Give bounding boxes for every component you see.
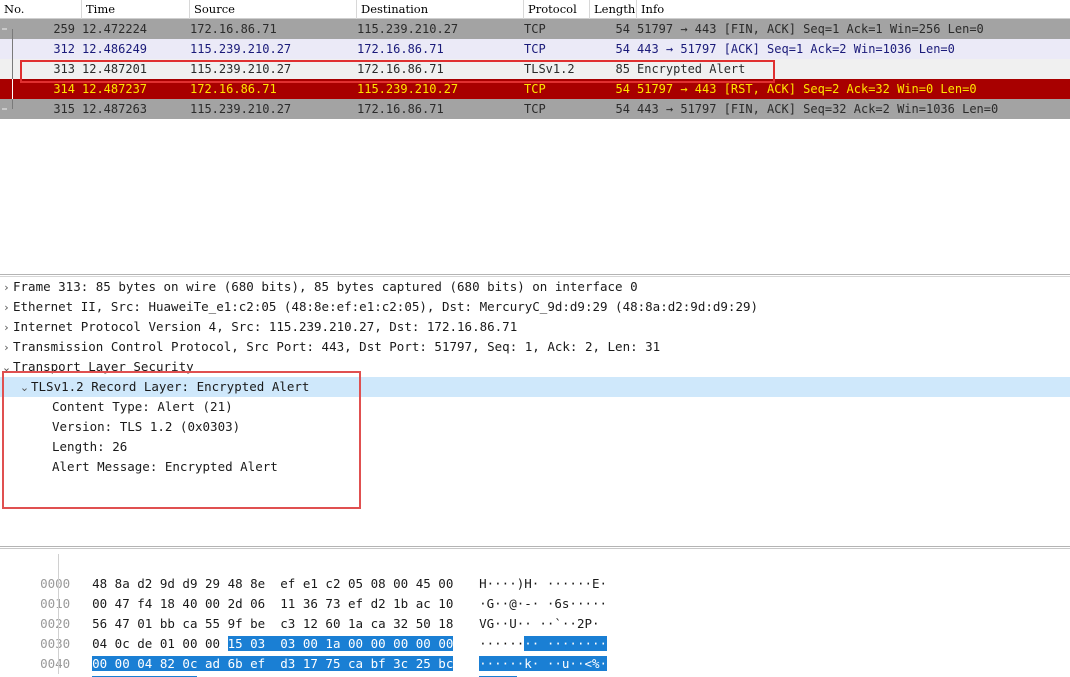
cell-time: 12.487201 [82,62,148,76]
cell-info: Encrypted Alert [637,62,746,76]
chevron-right-icon[interactable]: › [0,318,13,338]
packet-flow-line [12,29,13,39]
column-header-length[interactable]: Length [590,0,637,19]
detail-length[interactable]: Length: 26 [0,437,1070,457]
packet-flow-line [12,99,13,109]
cell-info: 51797 → 443 [FIN, ACK] Seq=1 Ack=1 Win=2… [637,22,984,36]
column-header-destination[interactable]: Destination [357,0,524,19]
cell-length: 54 [615,42,630,56]
cell-time: 12.486249 [82,42,148,56]
cell-time: 12.487237 [82,82,148,96]
cell-protocol: TCP [524,102,546,116]
detail-tls-label: Transport Layer Security [13,359,194,374]
cell-length: 85 [615,62,630,76]
hex-divider [58,594,59,614]
cell-protocol: TCP [524,42,546,56]
packet-list-empty-area [0,119,1070,272]
detail-content-type[interactable]: Content Type: Alert (21) [0,397,1070,417]
cell-protocol: TCP [524,82,546,96]
chevron-down-icon[interactable]: ⌄ [18,378,31,398]
cell-destination: 172.16.86.71 [357,62,444,76]
detail-tls[interactable]: ⌄ Transport Layer Security [0,357,1070,377]
hex-row[interactable]: 0010 00 47 f4 18 40 00 2d 06 11 36 73 ef … [0,574,1070,611]
hex-row[interactable]: 0020 56 47 01 bb ca 55 9f be c3 12 60 1a … [0,594,1070,631]
chevron-right-icon[interactable]: › [0,338,13,358]
packet-details-pane[interactable]: › Frame 313: 85 bytes on wire (680 bits),… [0,276,1070,547]
table-row[interactable]: 259 12.472224 172.16.86.71 115.239.210.2… [0,19,1070,39]
cell-destination: 115.239.210.27 [357,82,459,96]
hex-divider [58,574,59,594]
column-header-protocol[interactable]: Protocol [524,0,590,19]
detail-alert-message-label: Alert Message: Encrypted Alert [52,459,278,474]
cell-destination: 172.16.86.71 [357,102,444,116]
packet-flow-line [12,39,13,59]
detail-tcp-label: Transmission Control Protocol, Src Port:… [13,339,661,354]
column-header-no[interactable]: No. [0,0,82,19]
cell-time: 12.487263 [82,102,148,116]
packet-list-header[interactable]: No. Time Source Destination Protocol Len… [0,0,1070,19]
hex-divider [58,554,59,574]
chevron-down-icon[interactable]: ⌄ [0,358,13,378]
cell-destination: 115.239.210.27 [357,22,459,36]
detail-ipv4[interactable]: › Internet Protocol Version 4, Src: 115.2… [0,317,1070,337]
cell-source: 115.239.210.27 [190,42,292,56]
chevron-right-icon[interactable]: › [0,298,13,318]
hex-row[interactable]: 0030 04 0c de 01 00 00 15 03 03 00 1a 00 … [0,614,1070,651]
column-header-info[interactable]: Info [637,0,1070,19]
cell-source: 115.239.210.27 [190,102,292,116]
column-header-source[interactable]: Source [190,0,357,19]
column-header-time[interactable]: Time [82,0,190,19]
detail-frame[interactable]: › Frame 313: 85 bytes on wire (680 bits),… [0,277,1070,297]
hex-divider [58,634,59,654]
hex-row[interactable]: 0000 48 8a d2 9d d9 29 48 8e ef e1 c2 05 … [0,554,1070,591]
detail-frame-label: Frame 313: 85 bytes on wire (680 bits), … [13,279,638,294]
hex-divider [58,614,59,634]
detail-alert-message[interactable]: Alert Message: Encrypted Alert [0,457,1070,477]
gutter-tick [2,28,7,30]
hex-divider [58,654,59,674]
cell-time: 12.472224 [82,22,148,36]
detail-content-type-label: Content Type: Alert (21) [52,399,233,414]
packet-bytes-pane[interactable]: 0000 48 8a d2 9d d9 29 48 8e ef e1 c2 05 … [0,548,1070,677]
detail-ethernet-label: Ethernet II, Src: HuaweiTe_e1:c2:05 (48:… [13,299,759,314]
detail-ipv4-label: Internet Protocol Version 4, Src: 115.23… [13,319,518,334]
hex-row[interactable]: 0050a5 f5 fd 1a ac····· [0,654,1070,677]
table-row[interactable]: 315 12.487263 115.239.210.27 172.16.86.7… [0,99,1070,119]
table-row[interactable]: 314 12.487237 172.16.86.71 115.239.210.2… [0,79,1070,99]
cell-length: 54 [615,22,630,36]
detail-tls-record-layer[interactable]: ⌄ TLSv1.2 Record Layer: Encrypted Alert [0,377,1070,397]
detail-tls-record-layer-label: TLSv1.2 Record Layer: Encrypted Alert [31,379,310,394]
cell-length: 54 [615,82,630,96]
cell-source: 172.16.86.71 [190,82,277,96]
gutter-tick [2,108,7,110]
table-row[interactable]: 313 12.487201 115.239.210.27 172.16.86.7… [0,59,1070,79]
packet-list-rows[interactable]: 259 12.472224 172.16.86.71 115.239.210.2… [0,19,1070,272]
cell-source: 172.16.86.71 [190,22,277,36]
detail-tcp[interactable]: › Transmission Control Protocol, Src Port… [0,337,1070,357]
cell-info: 51797 → 443 [RST, ACK] Seq=2 Ack=32 Win=… [637,82,977,96]
packet-flow-line [12,59,13,79]
cell-length: 54 [615,102,630,116]
table-row[interactable]: 312 12.486249 115.239.210.27 172.16.86.7… [0,39,1070,59]
detail-ethernet[interactable]: › Ethernet II, Src: HuaweiTe_e1:c2:05 (48… [0,297,1070,317]
chevron-right-icon[interactable]: › [0,278,13,298]
packet-flow-line [12,79,13,99]
detail-length-label: Length: 26 [52,439,128,454]
packet-list-pane[interactable]: No. Time Source Destination Protocol Len… [0,0,1070,275]
cell-protocol: TCP [524,22,546,36]
hex-row[interactable]: 0040 00 00 04 82 0c ad 6b ef d3 17 75 ca … [0,634,1070,671]
detail-version[interactable]: Version: TLS 1.2 (0x0303) [0,417,1070,437]
cell-destination: 172.16.86.71 [357,42,444,56]
cell-protocol: TLSv1.2 [524,62,575,76]
cell-source: 115.239.210.27 [190,62,292,76]
cell-info: 443 → 51797 [ACK] Seq=1 Ack=2 Win=1036 L… [637,42,955,56]
detail-version-label: Version: TLS 1.2 (0x0303) [52,419,241,434]
cell-info: 443 → 51797 [FIN, ACK] Seq=32 Ack=2 Win=… [637,102,999,116]
